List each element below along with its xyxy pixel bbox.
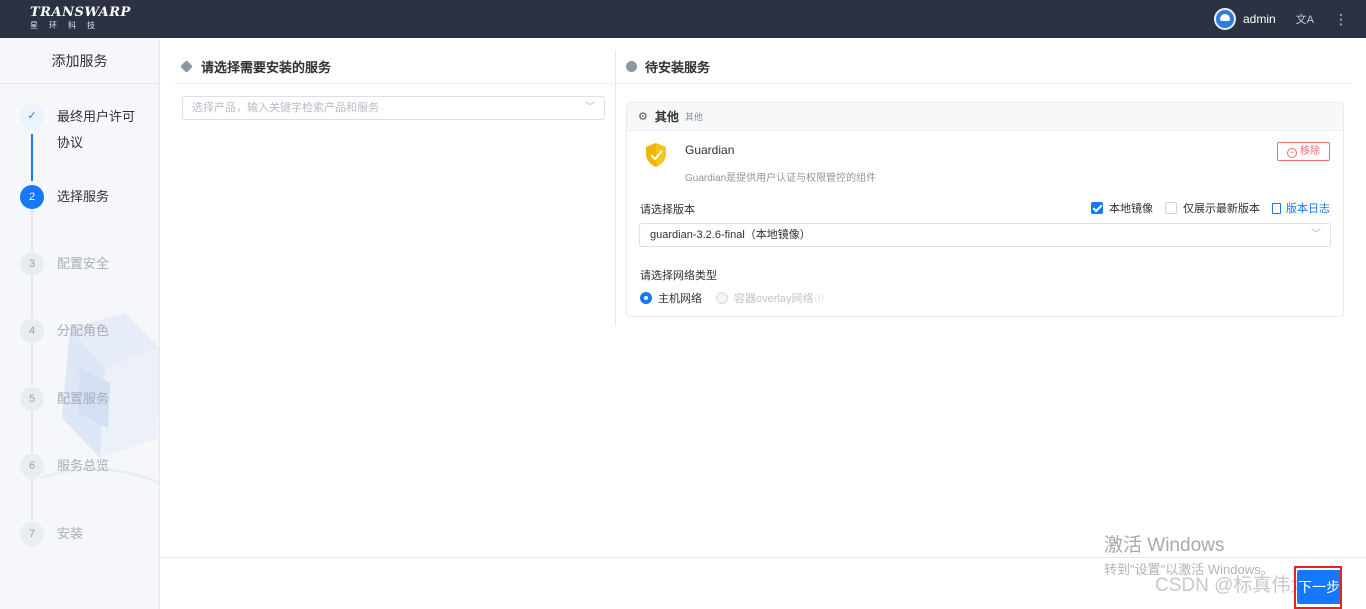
version-label: 请选择版本 — [640, 204, 695, 216]
transwarp-logo[interactable]: TRANSWARP 星环科技 — [30, 6, 131, 32]
search-placeholder: 选择产品，输入关键字检索产品和服务 — [192, 102, 379, 114]
step-connector — [31, 134, 33, 181]
step-number: 3 — [20, 252, 44, 276]
radio-selected-icon — [640, 292, 652, 304]
user-avatar-icon[interactable] — [1213, 8, 1236, 30]
step-label: 最终用户许可协议 — [57, 109, 136, 150]
version-options: 本地镜像 仅展示最新版本 版本日志 — [1079, 200, 1330, 216]
check-icon: ✓ — [20, 104, 44, 128]
wizard-sidebar: 添加服务 ✓ 最终用户许可协议 2 选择服务 3 配置安全 4 分配角色 5 配… — [0, 38, 160, 609]
step-connector — [31, 411, 33, 453]
local-image-checkbox[interactable]: 本地镜像 — [1091, 200, 1153, 216]
group-tag: 其他 — [684, 112, 703, 122]
logo-brand: TRANSWARP — [30, 5, 131, 20]
radio-host-network[interactable]: 主机网络 — [640, 290, 702, 306]
checkbox-checked-icon — [1091, 202, 1103, 214]
pending-services-panel: 待安装服务 ⚙ 其他 其他 Guardian Guardian是提供用户认证与权… — [615, 50, 1352, 326]
link-label: 版本日志 — [1286, 203, 1330, 215]
service-name: Guardian — [685, 143, 735, 157]
service-group-header: ⚙ 其他 其他 — [627, 103, 1343, 131]
version-select[interactable]: guardian-3.2.6-final（本地镜像） ﹀ — [639, 223, 1331, 247]
remove-service-button[interactable]: − 移除 — [1277, 142, 1330, 161]
radio-label: 主机网络 — [658, 293, 702, 305]
gear-icon: ⚙ — [638, 111, 648, 123]
step-label: 选择服务 — [57, 189, 110, 204]
version-log-link[interactable]: 版本日志 — [1272, 200, 1330, 216]
clock-icon — [626, 61, 637, 72]
step-label: 配置安全 — [57, 256, 110, 271]
step-connector — [31, 478, 33, 520]
service-description: Guardian是提供用户认证与权限管控的组件 — [685, 173, 877, 184]
step-label: 配置服务 — [57, 391, 110, 406]
radio-disabled-icon — [716, 292, 728, 304]
step-number: 2 — [20, 185, 44, 209]
translate-icon[interactable]: 文A — [1296, 11, 1314, 27]
radio-overlay-network[interactable]: 容器overlay网络 ⓘ — [716, 290, 823, 306]
minus-circle-icon: − — [1287, 148, 1297, 158]
step-connector — [31, 276, 33, 318]
group-name: 其他 — [654, 110, 679, 124]
cube-icon — [180, 60, 193, 73]
panel-header: 请选择需要安装的服务 — [174, 50, 614, 84]
chevron-down-icon: ﹀ — [585, 102, 595, 113]
step-number: 4 — [20, 319, 44, 343]
service-card: ⚙ 其他 其他 Guardian Guardian是提供用户认证与权限管控的组件… — [626, 102, 1344, 317]
panel-title: 待安装服务 — [645, 60, 711, 75]
checkbox-label: 仅展示最新版本 — [1183, 203, 1260, 215]
info-icon: ⓘ — [814, 293, 824, 304]
watermark-title: 激活 Windows — [1104, 535, 1225, 556]
network-type-radios: 主机网络 容器overlay网络 ⓘ — [640, 290, 837, 306]
network-type-label: 请选择网络类型 — [640, 270, 717, 282]
checkbox-unchecked-icon — [1165, 202, 1177, 214]
selected-version: guardian-3.2.6-final（本地镜像） — [650, 229, 811, 241]
chevron-down-icon: ﹀ — [1311, 229, 1321, 240]
checkbox-label: 本地镜像 — [1109, 203, 1153, 215]
service-selection-panel: 请选择需要安装的服务 选择产品，输入关键字检索产品和服务 ﹀ — [174, 50, 614, 326]
main-content: 请选择需要安装的服务 选择产品，输入关键字检索产品和服务 ﹀ 待安装服务 ⚙ 其… — [160, 38, 1366, 557]
latest-only-checkbox[interactable]: 仅展示最新版本 — [1165, 200, 1260, 216]
panel-title: 请选择需要安装的服务 — [201, 60, 332, 75]
radio-label: 容器overlay网络 — [734, 293, 814, 305]
csdn-watermark: CSDN @标真伟大 — [1155, 575, 1310, 596]
step-number: 6 — [20, 454, 44, 478]
step-connector — [31, 209, 33, 251]
step-label: 分配角色 — [57, 323, 110, 338]
user-area: admin 文A ⋮ — [1213, 0, 1366, 38]
product-search-select[interactable]: 选择产品，输入关键字检索产品和服务 ﹀ — [182, 96, 605, 120]
more-icon[interactable]: ⋮ — [1334, 11, 1348, 28]
sidebar-title: 添加服务 — [0, 38, 159, 84]
step-connector — [31, 343, 33, 385]
panel-header: 待安装服务 — [616, 50, 1352, 84]
wizard-footer: 激活 Windows 转到"设置"以激活 Windows。 CSDN @标真伟大… — [160, 535, 1366, 609]
logo-subtitle: 星环科技 — [30, 21, 106, 30]
step-label: 服务总览 — [57, 458, 110, 473]
document-icon — [1272, 202, 1281, 214]
step-number: 5 — [20, 387, 44, 411]
shield-icon — [646, 143, 666, 167]
highlight-annotation-box — [1294, 566, 1342, 609]
top-bar: TRANSWARP 星环科技 admin 文A ⋮ — [0, 0, 1366, 38]
step-label: 安装 — [57, 526, 84, 541]
remove-label: 移除 — [1300, 146, 1320, 157]
step-number: 7 — [20, 522, 44, 546]
username[interactable]: admin — [1243, 12, 1276, 26]
